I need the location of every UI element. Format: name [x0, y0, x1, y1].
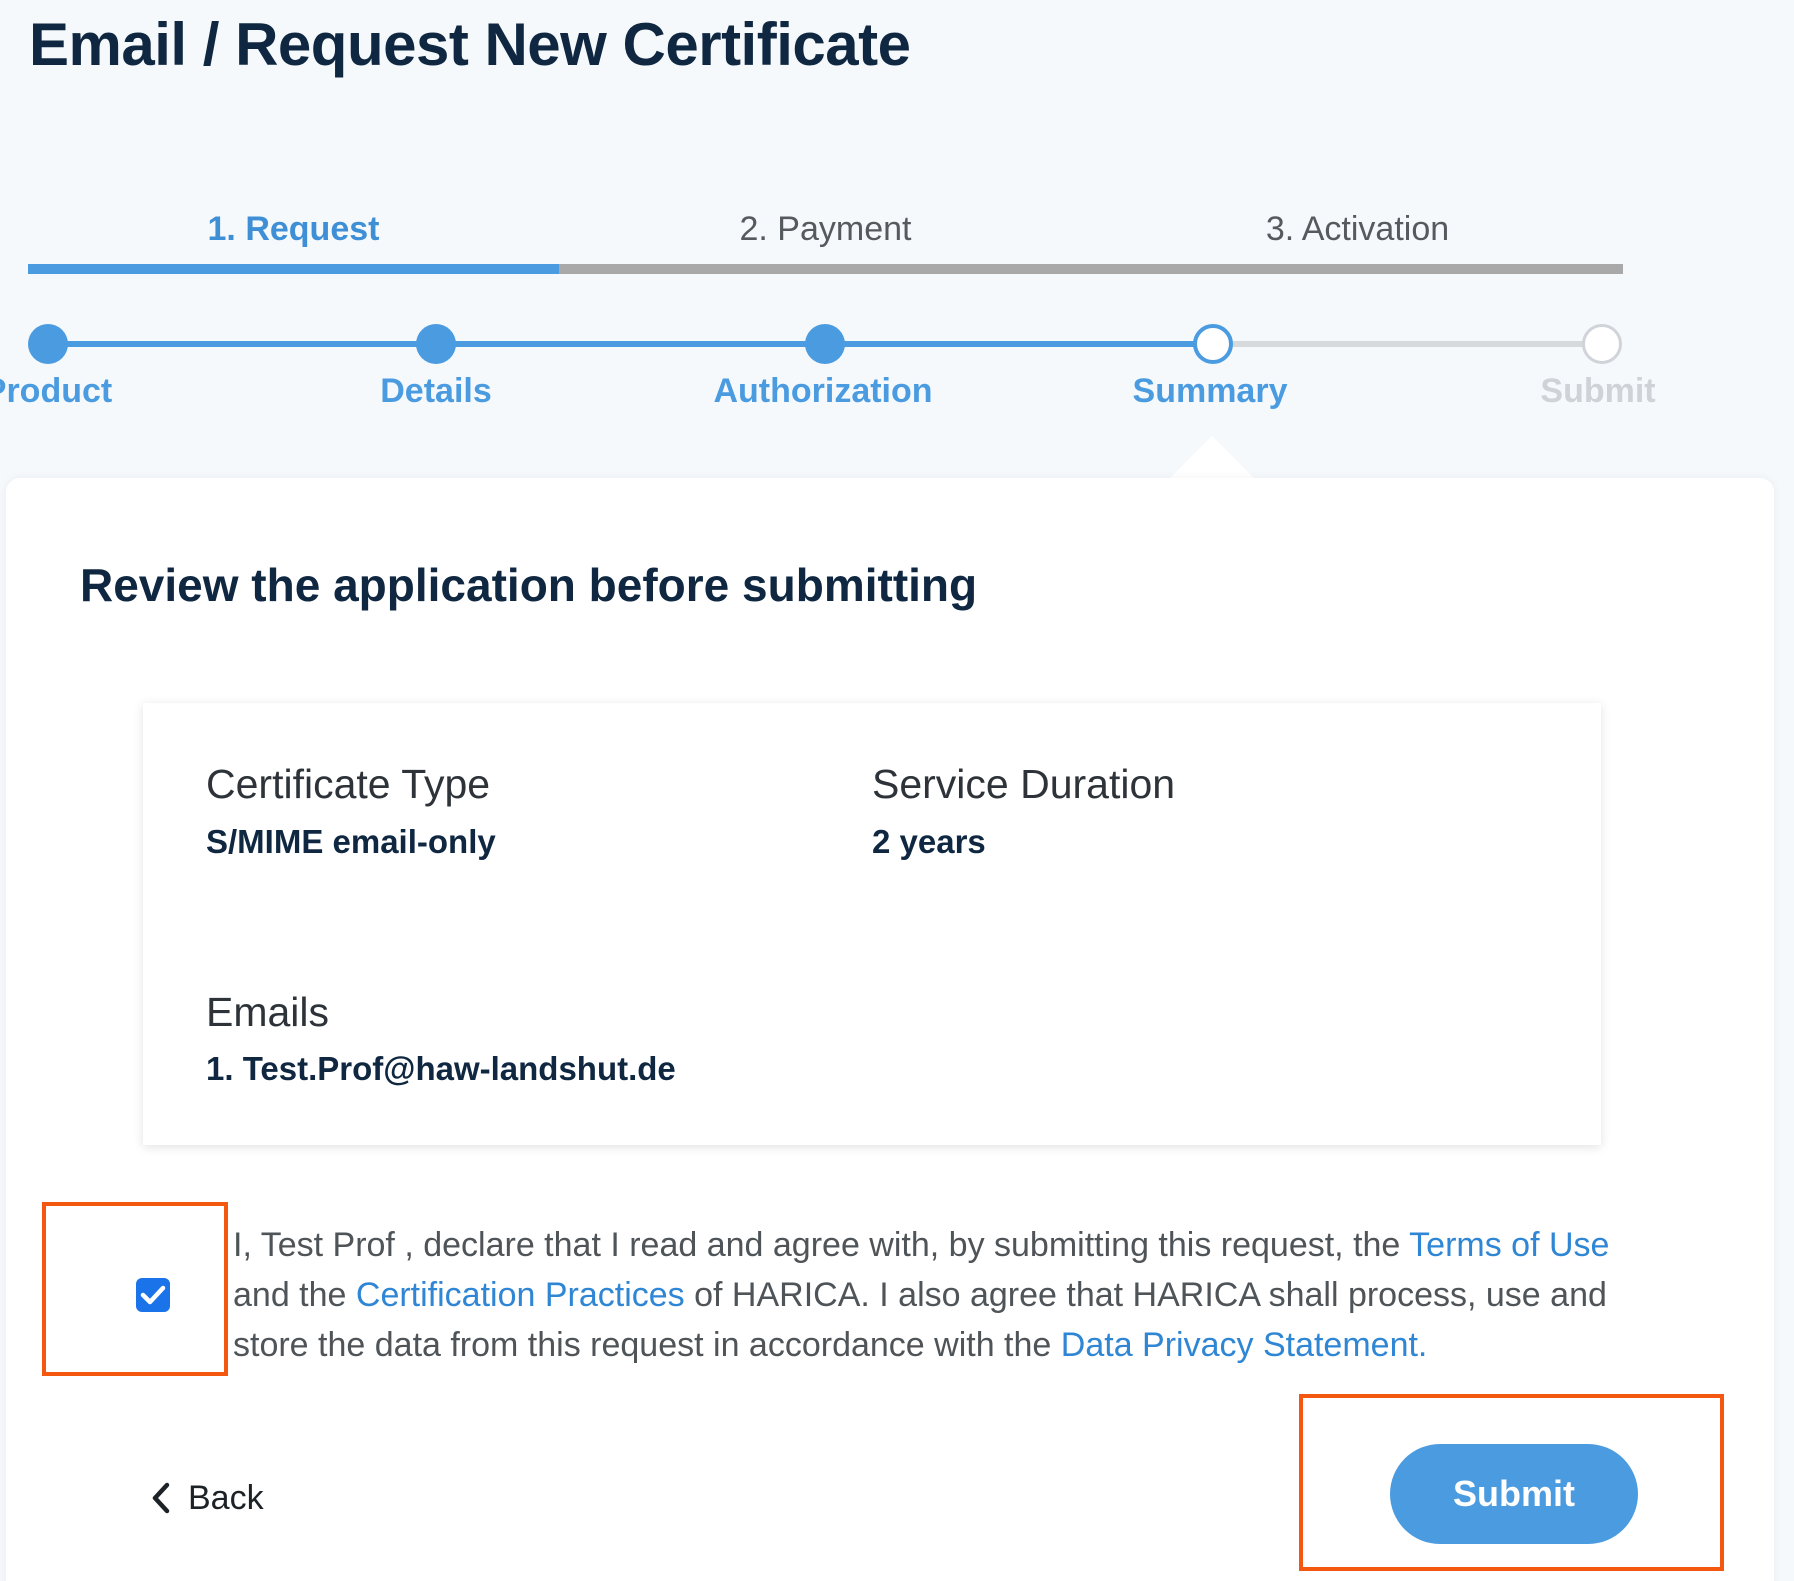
email-item: 1. Test.Prof@haw-landshut.de [206, 1050, 676, 1087]
page-title: Email / Request New Certificate [29, 11, 911, 78]
certificate-type-label: Certificate Type [206, 761, 491, 807]
certificate-type-value: S/MIME email-only [206, 823, 496, 860]
chevron-left-icon [152, 1482, 170, 1514]
step-dot-submit [1582, 324, 1622, 364]
card-pointer [1168, 436, 1256, 480]
main-tabs: 1. Request 2. Payment 3. Activation [28, 210, 1623, 275]
step-dot-summary [1193, 324, 1233, 364]
page: Email / Request New Certificate 1. Reque… [0, 0, 1794, 1581]
step-dot-product[interactable] [28, 324, 68, 364]
emails-label: Emails [206, 989, 330, 1035]
review-heading: Review the application before submitting [80, 559, 978, 611]
checkbox-highlight [42, 1202, 228, 1376]
step-dot-authorization[interactable] [805, 324, 845, 364]
declaration-text-2: and the [233, 1276, 356, 1314]
step-label-details[interactable]: Details [306, 372, 566, 411]
tab-request[interactable]: 1. Request [28, 210, 559, 249]
agree-checkbox[interactable] [136, 1278, 170, 1312]
step-label-summary: Summary [1132, 372, 1288, 410]
stepper: Product Details Authorization Summary Su… [0, 320, 1794, 420]
stepper-line-done [48, 341, 1213, 347]
stepper-line-todo [1213, 341, 1602, 347]
service-duration-label: Service Duration [872, 761, 1176, 807]
data-privacy-link[interactable]: Data Privacy Statement. [1061, 1326, 1428, 1364]
summary-box: Certificate Type S/MIME email-only Servi… [143, 703, 1601, 1145]
step-label-authorization[interactable]: Authorization [693, 372, 953, 411]
tab-payment[interactable]: 2. Payment [560, 210, 1091, 249]
check-icon [140, 1285, 166, 1305]
declaration-text: I, Test Prof , declare that I read and a… [233, 1220, 1613, 1370]
submit-button[interactable]: Submit [1390, 1444, 1638, 1544]
step-label-submit: Submit [1540, 372, 1656, 410]
declaration-text-1: I, Test Prof , declare that I read and a… [233, 1226, 1410, 1264]
step-label-product[interactable]: Product [0, 372, 178, 411]
back-label: Back [188, 1478, 264, 1517]
back-button[interactable]: Back [150, 1470, 264, 1526]
tab-progress-active [28, 264, 559, 274]
service-duration-value: 2 years [872, 823, 986, 860]
certification-practices-link[interactable]: Certification Practices [356, 1276, 685, 1314]
tab-activation[interactable]: 3. Activation [1092, 210, 1623, 249]
step-dot-details[interactable] [416, 324, 456, 364]
terms-of-use-link[interactable]: Terms of Use [1409, 1226, 1609, 1264]
